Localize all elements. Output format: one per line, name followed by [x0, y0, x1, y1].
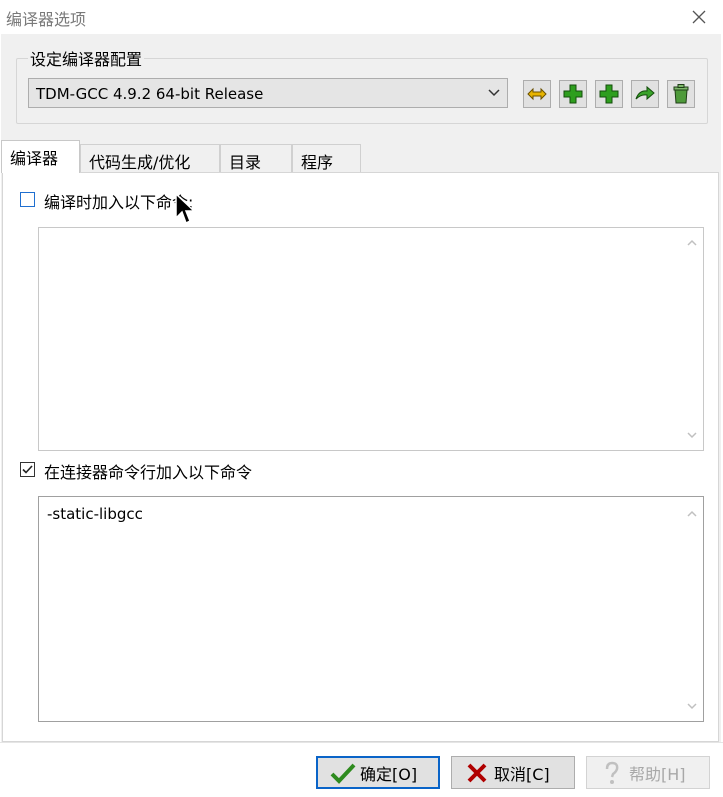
- linker-cmd-label[interactable]: 在连接器命令行加入以下命令: [44, 459, 252, 483]
- compile-cmd-checkbox[interactable]: [20, 192, 35, 207]
- tab-programs[interactable]: 程序: [292, 144, 361, 172]
- linker-cmd-value: -static-libgcc: [47, 505, 143, 523]
- tab-label: 代码生成/优化: [89, 153, 191, 172]
- compile-cmd-scrollbar[interactable]: [681, 228, 703, 450]
- scroll-down-icon: [687, 703, 697, 710]
- tab-label: 目录: [229, 153, 262, 172]
- linker-cmd-scrollbar[interactable]: [681, 497, 703, 721]
- cancel-button[interactable]: 取消[C]: [451, 756, 575, 789]
- add-icon: [563, 84, 583, 104]
- tab-directories[interactable]: 目录: [220, 144, 292, 172]
- compiler-config-label: 设定编译器配置: [28, 46, 145, 70]
- tab-codegen[interactable]: 代码生成/优化: [80, 144, 220, 172]
- cancel-label: 取消[C]: [494, 764, 550, 784]
- chevron-down-icon: [488, 89, 500, 97]
- close-icon: [692, 10, 706, 24]
- add-copy-config-button[interactable]: [595, 80, 623, 108]
- add-config-button[interactable]: [559, 80, 587, 108]
- linker-cmd-textarea[interactable]: -static-libgcc: [38, 496, 704, 722]
- ok-label: 确定[O]: [360, 764, 418, 784]
- window-title: 编译器选项: [6, 10, 87, 29]
- scroll-up-icon: [687, 239, 697, 246]
- linker-cmd-checkbox[interactable]: [20, 462, 35, 477]
- scroll-up-icon: [687, 510, 697, 517]
- tab-label: 程序: [301, 153, 334, 172]
- compile-cmd-label[interactable]: 编译时加入以下命令:: [44, 189, 193, 213]
- delete-icon: [673, 84, 689, 104]
- close-icon: [467, 763, 487, 782]
- tab-label: 编译器: [10, 149, 59, 168]
- help-button[interactable]: 帮助[H]: [586, 756, 710, 789]
- tab-compiler[interactable]: 编译器: [1, 140, 80, 173]
- checkmark-icon: [22, 465, 33, 474]
- checkmark-icon: [330, 763, 356, 784]
- rename-icon: [527, 87, 547, 101]
- add-copy-icon: [599, 84, 619, 104]
- help-label: 帮助[H]: [629, 764, 686, 784]
- title-bar: 编译器选项: [0, 0, 723, 34]
- compiler-select[interactable]: TDM-GCC 4.9.2 64-bit Release: [28, 78, 508, 108]
- ok-button[interactable]: 确定[O]: [316, 756, 440, 789]
- compiler-select-value: TDM-GCC 4.9.2 64-bit Release: [36, 85, 264, 103]
- delete-config-button[interactable]: [667, 80, 695, 108]
- close-button[interactable]: [684, 2, 714, 32]
- help-icon: [605, 761, 619, 784]
- mouse-cursor-icon: [175, 192, 196, 225]
- compile-cmd-textarea[interactable]: [38, 227, 704, 451]
- export-config-button[interactable]: [631, 80, 659, 108]
- scroll-down-icon: [687, 432, 697, 439]
- export-icon: [635, 85, 655, 101]
- rename-config-button[interactable]: [523, 80, 551, 108]
